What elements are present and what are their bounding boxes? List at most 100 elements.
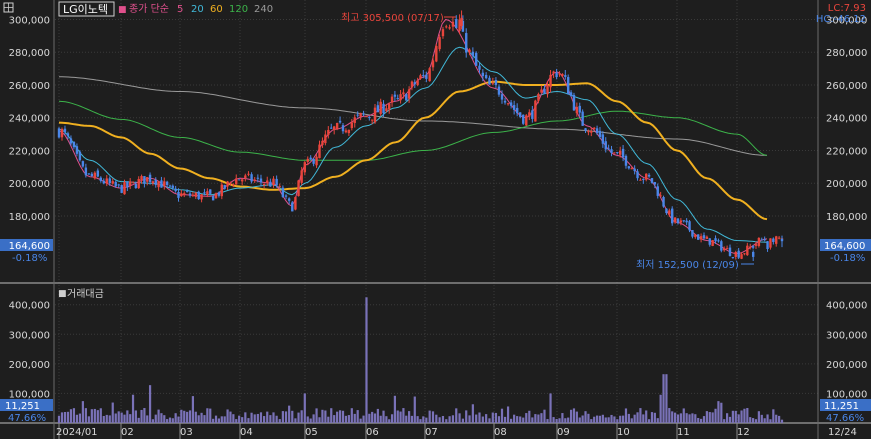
candle-body[interactable] [639, 179, 642, 181]
candle-body[interactable] [157, 181, 160, 188]
candle-body[interactable] [171, 185, 175, 188]
candle-body[interactable] [393, 94, 397, 97]
candle-body[interactable] [618, 150, 622, 155]
volume-bar[interactable] [365, 297, 368, 423]
volume-bar[interactable] [438, 417, 441, 423]
candle-body[interactable] [262, 184, 266, 186]
candle-body[interactable] [338, 120, 342, 123]
volume-bar[interactable] [81, 401, 84, 423]
candle-body[interactable] [287, 198, 291, 201]
volume-bar[interactable] [694, 414, 697, 423]
volume-bar[interactable] [714, 408, 717, 423]
volume-bar[interactable] [371, 411, 374, 423]
candle-body[interactable] [650, 178, 654, 183]
candle-body[interactable] [425, 74, 428, 79]
volume-bar[interactable] [510, 418, 513, 423]
volume-bar[interactable] [410, 415, 414, 423]
candle-body[interactable] [365, 116, 368, 118]
volume-bar[interactable] [137, 417, 140, 423]
volume-bar[interactable] [206, 408, 209, 423]
volume-bar[interactable] [183, 410, 186, 423]
volume-bar[interactable] [278, 419, 281, 423]
candle-body[interactable] [668, 210, 671, 215]
candle-body[interactable] [445, 26, 448, 28]
candle-body[interactable] [266, 180, 269, 183]
candle-body[interactable] [688, 221, 691, 231]
volume-bar[interactable] [746, 408, 749, 423]
candle-body[interactable] [503, 100, 507, 103]
candle-body[interactable] [226, 181, 229, 187]
volume-bar[interactable] [117, 411, 120, 423]
volume-bar[interactable] [174, 413, 177, 423]
volume-bar[interactable] [330, 408, 333, 423]
volume-bar[interactable] [244, 412, 247, 423]
volume-bar[interactable] [129, 414, 132, 423]
candle-body[interactable] [598, 130, 602, 138]
volume-bar[interactable] [143, 408, 146, 423]
candle-body[interactable] [662, 196, 665, 207]
volume-bar[interactable] [247, 418, 250, 423]
candle-body[interactable] [659, 195, 662, 197]
candle-body[interactable] [537, 93, 540, 101]
volume-bar[interactable] [214, 415, 218, 423]
volume-bar[interactable] [63, 412, 67, 423]
volume-bar[interactable] [702, 416, 706, 423]
candle-body[interactable] [743, 253, 746, 255]
volume-bar[interactable] [399, 411, 402, 423]
candle-body[interactable] [327, 129, 330, 135]
candle-body[interactable] [561, 74, 564, 77]
candle-body[interactable] [235, 178, 238, 185]
candle-body[interactable] [194, 192, 197, 197]
volume-bar[interactable] [300, 410, 303, 423]
candle-body[interactable] [63, 128, 67, 132]
volume-bar[interactable] [572, 408, 576, 423]
candle-body[interactable] [250, 174, 253, 182]
volume-bar[interactable] [212, 418, 215, 423]
candle-body[interactable] [134, 184, 138, 189]
candle-body[interactable] [163, 181, 166, 186]
candle-body[interactable] [165, 181, 169, 186]
candle-body[interactable] [509, 102, 513, 106]
candle-body[interactable] [385, 108, 388, 112]
candle-body[interactable] [137, 178, 140, 189]
volume-bar[interactable] [338, 410, 342, 423]
candle-body[interactable] [708, 238, 711, 245]
volume-bar[interactable] [203, 415, 206, 423]
candle-body[interactable] [99, 177, 102, 181]
volume-bar[interactable] [266, 411, 269, 423]
volume-bar[interactable] [297, 412, 300, 423]
candle-body[interactable] [407, 89, 411, 99]
volume-bar[interactable] [241, 417, 244, 423]
volume-bar[interactable] [131, 394, 135, 423]
candle-body[interactable] [468, 49, 471, 53]
candle-body[interactable] [154, 179, 157, 185]
volume-bar[interactable] [624, 408, 628, 423]
candle-body[interactable] [405, 94, 408, 101]
candle-body[interactable] [410, 81, 414, 88]
volume-bar[interactable] [435, 414, 438, 423]
candle-body[interactable] [460, 17, 463, 27]
candle-body[interactable] [685, 220, 688, 223]
candle-body[interactable] [525, 115, 528, 126]
candle-body[interactable] [491, 82, 494, 84]
volume-bar[interactable] [60, 412, 64, 423]
candle-body[interactable] [575, 106, 579, 114]
volume-bar[interactable] [177, 416, 180, 423]
candle-body[interactable] [455, 19, 458, 28]
volume-bar[interactable] [84, 408, 87, 423]
volume-bar[interactable] [659, 394, 662, 423]
candle-body[interactable] [627, 166, 631, 169]
volume-bar[interactable] [197, 415, 200, 423]
candle-body[interactable] [519, 112, 522, 117]
volume-bar[interactable] [619, 415, 622, 423]
candle-body[interactable] [105, 178, 108, 184]
candle-body[interactable] [306, 158, 309, 162]
volume-bar[interactable] [396, 410, 399, 423]
candle-body[interactable] [740, 254, 743, 259]
candle-body[interactable] [256, 177, 260, 179]
candle-body[interactable] [247, 173, 250, 175]
candle-body[interactable] [396, 98, 399, 100]
volume-bar[interactable] [754, 419, 758, 423]
volume-bar[interactable] [601, 414, 604, 423]
candle-body[interactable] [522, 114, 525, 124]
